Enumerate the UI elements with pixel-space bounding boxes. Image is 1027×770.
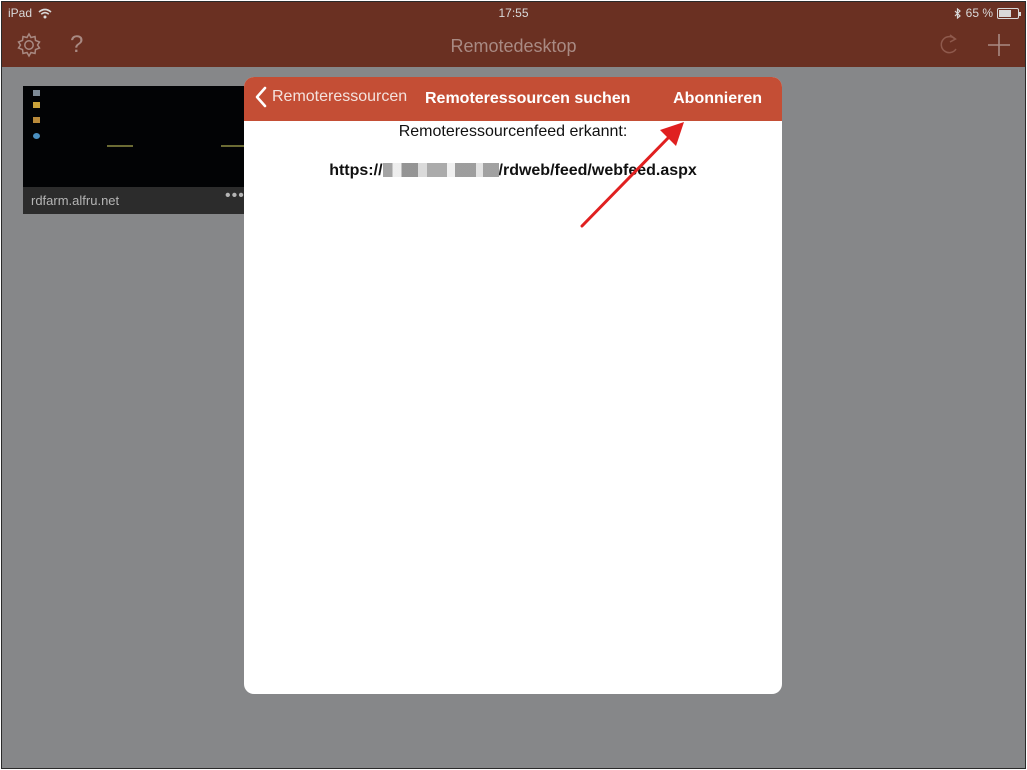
feed-url-prefix: https://	[329, 162, 383, 179]
battery-icon	[997, 7, 1021, 19]
subscribe-button[interactable]: Abonnieren	[673, 90, 762, 108]
status-right: 65 %	[954, 6, 1021, 20]
desktop-taskbar-mark	[107, 145, 133, 147]
more-icon[interactable]: •••	[225, 187, 245, 205]
desktop-icon-thumb	[33, 133, 40, 139]
modal-title: Remoteressourcen suchen	[425, 90, 631, 107]
back-label: Remoteressourcen	[272, 88, 408, 105]
desktop-icon-thumb	[33, 90, 40, 96]
connection-name: rdfarm.alfru.net	[31, 193, 120, 208]
refresh-icon[interactable]	[936, 32, 960, 58]
chevron-left-icon	[255, 86, 267, 108]
back-button[interactable]: Remoteressourcen	[254, 86, 407, 108]
top-bar: iPad 17:55 65 % ? Remotedesktop	[2, 2, 1025, 67]
desktop-icon-thumb	[33, 117, 40, 123]
bluetooth-icon	[954, 7, 961, 19]
screen: iPad 17:55 65 % ? Remotedesktop rdfarm.a…	[1, 1, 1026, 769]
subscribe-modal: Remoteressourcen Remoteressourcen suchen…	[244, 77, 782, 694]
nav-title: Remotedesktop	[450, 36, 577, 56]
modal-header: Remoteressourcen Remoteressourcen suchen…	[244, 77, 782, 121]
feed-url-suffix: /rdweb/feed/webfeed.aspx	[498, 162, 697, 179]
desktop-icon-thumb	[33, 102, 40, 108]
add-icon[interactable]	[986, 32, 1012, 58]
redacted-host	[382, 163, 499, 177]
status-time: 17:55	[498, 6, 529, 20]
feed-url: https:// /rdweb/feed/webfeed.aspx	[244, 162, 782, 180]
battery-percent: 65 %	[965, 6, 993, 20]
feed-detected-label: Remoteressourcenfeed erkannt:	[398, 123, 628, 140]
